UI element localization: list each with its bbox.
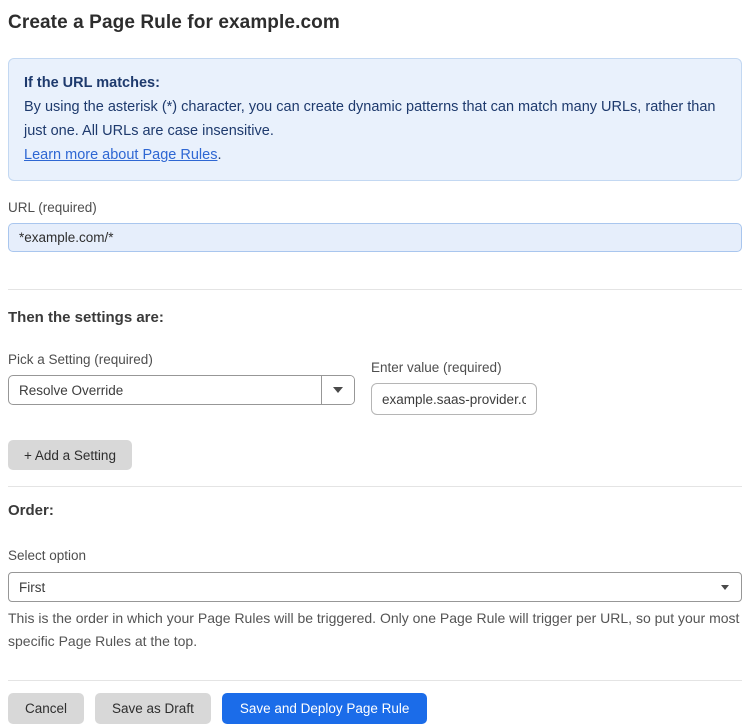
add-setting-button[interactable]: + Add a Setting [8,440,132,470]
settings-section-heading: Then the settings are: [8,309,164,326]
chevron-down-icon [721,584,729,590]
page-rule-form: Create a Page Rule for example.com If th… [0,0,750,724]
link-suffix: . [217,147,222,163]
save-as-draft-button[interactable]: Save as Draft [95,693,211,724]
settings-row: Pick a Setting (required) Resolve Overri… [8,352,742,415]
setting-select-label: Pick a Setting (required) [8,352,153,367]
info-box-link-line: Learn more about Page Rules. [24,143,726,167]
url-match-info-box: If the URL matches: By using the asteris… [8,58,742,181]
chevron-down-icon [333,387,343,393]
setting-select-arrow-button[interactable] [321,376,354,404]
save-and-deploy-button[interactable]: Save and Deploy Page Rule [221,693,428,724]
order-select-arrow [721,584,741,590]
url-input[interactable] [8,223,742,252]
page-title: Create a Page Rule for example.com [8,12,340,33]
value-field-label: Enter value (required) [371,360,502,375]
setting-select[interactable]: Resolve Override [8,375,355,405]
order-select-value: First [19,579,46,595]
setting-value-input[interactable] [371,383,537,415]
divider [8,486,742,487]
cancel-button[interactable]: Cancel [8,693,85,724]
divider [8,680,742,681]
setting-select-column: Pick a Setting (required) Resolve Overri… [8,352,355,415]
order-select-label: Select option [8,548,87,563]
order-section-heading: Order: [8,502,54,519]
footer-actions: Cancel Save as Draft Save and Deploy Pag… [8,693,742,724]
divider [8,289,742,290]
info-box-heading: If the URL matches: [24,75,160,91]
url-field-label: URL (required) [8,200,97,215]
order-select[interactable]: First [8,572,742,602]
order-help-text: This is the order in which your Page Rul… [8,610,740,649]
setting-select-value: Resolve Override [19,382,124,398]
info-box-body: By using the asterisk (*) character, you… [24,99,716,139]
setting-value-column: Enter value (required) [371,352,537,415]
learn-more-link[interactable]: Learn more about Page Rules [24,147,217,163]
